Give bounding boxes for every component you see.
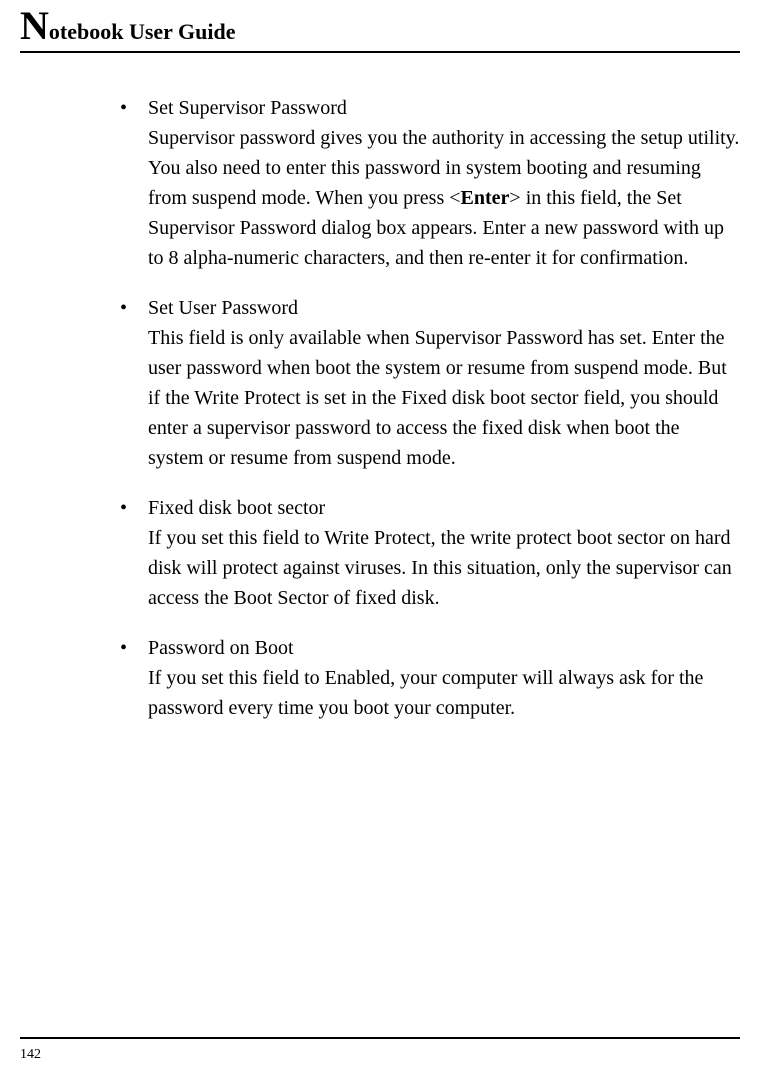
item-title: Set Supervisor Password <box>148 93 740 123</box>
list-item: Fixed disk boot sector If you set this f… <box>148 493 740 613</box>
item-title: Fixed disk boot sector <box>148 493 740 523</box>
page-footer: 142 <box>0 1037 760 1063</box>
item-body: This field is only available when Superv… <box>148 323 740 473</box>
page-number: 142 <box>20 1047 740 1063</box>
page-content: Set Supervisor Password Supervisor passw… <box>0 53 760 763</box>
item-title: Set User Password <box>148 293 740 323</box>
list-item: Set User Password This field is only ava… <box>148 293 740 473</box>
item-body: If you set this field to Write Protect, … <box>148 523 740 613</box>
item-body: If you set this field to Enabled, your c… <box>148 663 740 723</box>
header-drop-cap: N <box>20 3 49 48</box>
footer-rule <box>20 1037 740 1039</box>
list-item: Password on Boot If you set this field t… <box>148 633 740 723</box>
item-title: Password on Boot <box>148 633 740 663</box>
bullet-list: Set Supervisor Password Supervisor passw… <box>148 93 740 723</box>
page-header: Notebook User Guide <box>0 0 760 53</box>
list-item: Set Supervisor Password Supervisor passw… <box>148 93 740 273</box>
header-title-rest: otebook User Guide <box>49 19 236 44</box>
item-body: Supervisor password gives you the author… <box>148 123 740 273</box>
item-body-bold: Enter <box>461 187 510 209</box>
header-title: Notebook User Guide <box>20 8 740 51</box>
